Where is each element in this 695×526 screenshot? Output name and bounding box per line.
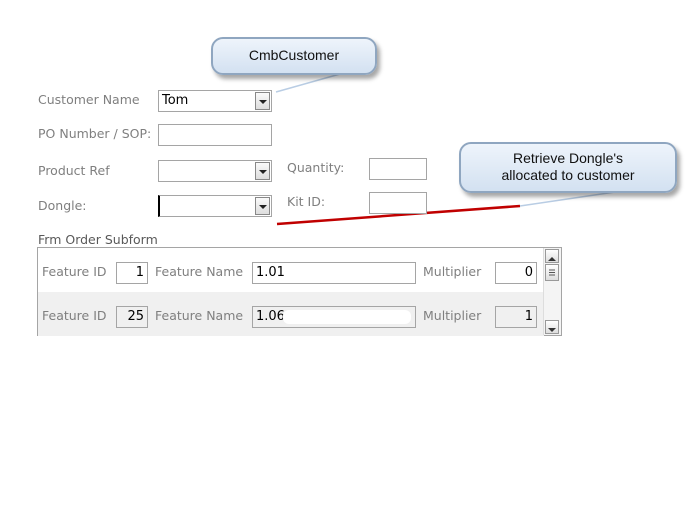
multiplier-label: Multiplier	[423, 264, 482, 279]
dongle-label: Dongle:	[38, 198, 87, 213]
scroll-up-icon[interactable]	[545, 249, 559, 263]
customer-name-label: Customer Name	[38, 92, 140, 107]
feature-id-label: Feature ID	[42, 308, 107, 323]
callout-cmbcustomer: CmbCustomer	[211, 37, 377, 75]
feature-name-input[interactable]: 1.01	[252, 262, 416, 284]
callout-text-line2: allocated to customer	[501, 167, 635, 183]
callout-pointer-customer	[275, 73, 341, 93]
chevron-down-icon[interactable]	[255, 197, 270, 215]
callout-pointer-dongle	[519, 191, 616, 207]
customer-name-value: Tom	[162, 93, 189, 108]
callout-text-line1: Retrieve Dongle's	[512, 150, 624, 166]
order-subform: Feature ID 1 Feature Name 1.01 Multiplie…	[37, 247, 562, 336]
scroll-thumb[interactable]	[545, 264, 559, 281]
subform-row: Feature ID 1 Feature Name 1.01 Multiplie…	[38, 248, 544, 292]
customer-name-combo[interactable]: Tom	[158, 90, 272, 112]
product-ref-label: Product Ref	[38, 163, 110, 178]
multiplier-input[interactable]: 0	[495, 262, 537, 284]
chevron-down-icon[interactable]	[255, 92, 270, 110]
subform-label: Frm Order Subform	[38, 232, 158, 247]
po-number-label: PO Number / SOP:	[38, 126, 152, 141]
feature-id-label: Feature ID	[42, 264, 107, 279]
feature-name-label: Feature Name	[155, 308, 244, 323]
feature-name-value: 1.06	[256, 309, 285, 324]
multiplier-label: Multiplier	[423, 308, 482, 323]
vertical-scrollbar[interactable]	[543, 248, 561, 335]
dongle-combo[interactable]	[158, 195, 272, 217]
quantity-label: Quantity:	[287, 160, 345, 175]
feature-name-label: Feature Name	[155, 264, 244, 279]
feature-id-input[interactable]: 1	[116, 262, 148, 284]
multiplier-input[interactable]: 1	[495, 306, 537, 328]
redaction	[283, 310, 411, 324]
product-ref-combo[interactable]	[158, 160, 272, 182]
callout-retrieve-dongle: Retrieve Dongle's allocated to customer	[459, 142, 677, 193]
feature-name-input[interactable]: 1.06	[252, 306, 416, 328]
chevron-down-icon[interactable]	[255, 162, 270, 180]
callout-text: CmbCustomer	[248, 47, 340, 63]
kit-id-label: Kit ID:	[287, 194, 326, 209]
quantity-input[interactable]	[369, 158, 427, 180]
po-number-input[interactable]	[158, 124, 272, 146]
scroll-down-icon[interactable]	[545, 320, 559, 334]
feature-id-input[interactable]: 25	[116, 306, 148, 328]
kit-id-input[interactable]	[369, 192, 427, 214]
subform-row: Feature ID 25 Feature Name 1.06 Multipli…	[38, 292, 544, 336]
